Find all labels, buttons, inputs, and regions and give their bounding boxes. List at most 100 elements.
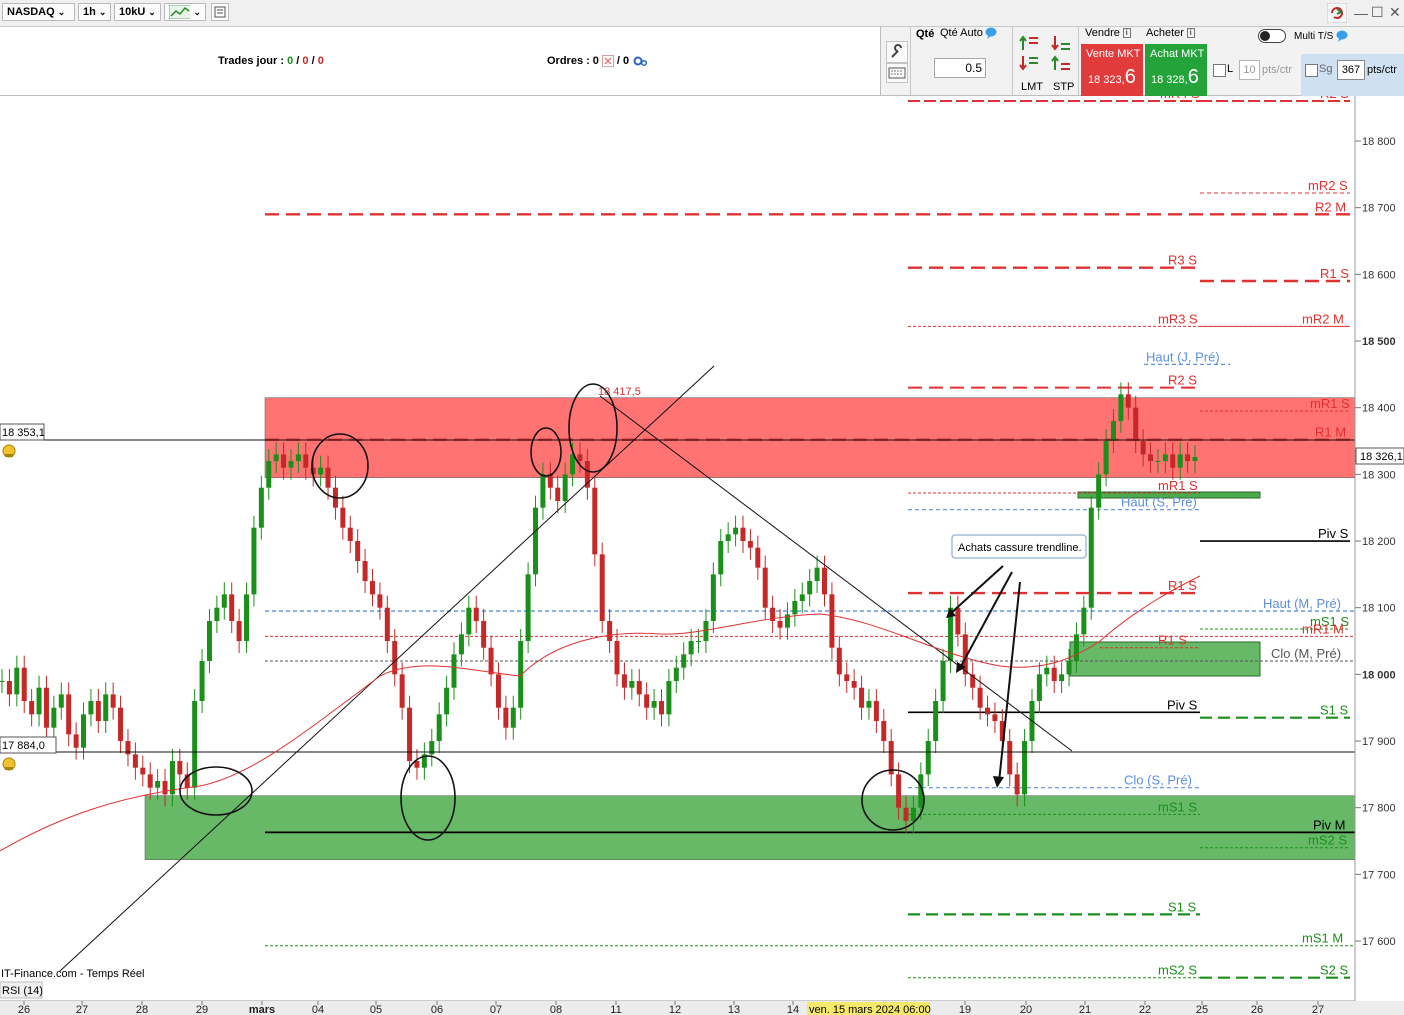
candle-body <box>95 701 101 722</box>
keyboard-icon[interactable] <box>886 63 908 83</box>
trades-label: Trades jour : <box>218 55 285 67</box>
symbol-label: NASDAQ <box>7 6 55 18</box>
restore-button[interactable]: ☐ <box>1371 4 1384 21</box>
orders-value-b: / 0 <box>616 55 630 67</box>
stop-order-icon[interactable] <box>1050 34 1072 52</box>
candle-body <box>1192 457 1198 462</box>
candle-body <box>696 641 702 643</box>
limit-sell-icon[interactable] <box>1018 54 1040 72</box>
candle-body <box>147 774 153 788</box>
divider <box>1078 27 1079 95</box>
resistance-zone[interactable] <box>264 397 1356 478</box>
symbol-selector[interactable]: NASDAQ ⌄ <box>2 3 75 21</box>
candle-body <box>58 694 64 708</box>
candle-body <box>140 767 146 775</box>
price-chart[interactable]: mR4 S R2 S mR2 S R2 M R3 S R1 S mR3 S mR2 M Haut… <box>0 96 1404 1015</box>
candle-body <box>266 461 272 488</box>
sg-points-input[interactable] <box>1337 60 1365 80</box>
y-tick-label: 18 400 <box>1362 403 1396 415</box>
stop-buy-icon[interactable] <box>1050 54 1072 72</box>
candle-body <box>347 527 353 542</box>
wrench-icon[interactable] <box>886 41 908 63</box>
candle-body <box>362 561 368 582</box>
refresh-icon[interactable] <box>1326 2 1348 24</box>
bell-icon[interactable] <box>2 444 16 458</box>
orders-summary: Ordres : 0 / 0 <box>547 55 648 67</box>
properties-icon <box>214 6 226 18</box>
candle-body <box>221 594 227 608</box>
limit-order-icon[interactable] <box>1018 34 1040 52</box>
level-label: mR2 M <box>1302 311 1344 326</box>
properties-button[interactable] <box>211 3 229 21</box>
candle-body <box>673 667 679 682</box>
l-points-input[interactable] <box>1239 60 1260 80</box>
chevron-down-icon: ⌄ <box>193 7 201 17</box>
candle-body <box>377 594 383 608</box>
candle-body <box>1148 454 1154 462</box>
candle-body <box>836 647 842 675</box>
candle-body <box>236 621 242 642</box>
x-tick-label: 22 <box>1139 1004 1151 1015</box>
level-label: R1 S <box>1158 633 1187 648</box>
info-strip: Trades jour : 0 / 0 / 0 Ordres : 0 / 0 <box>0 27 880 96</box>
qte-auto-toggle[interactable]: Qté Auto <box>940 27 997 39</box>
candle-body <box>273 454 279 462</box>
toggle-knob <box>1260 31 1270 41</box>
buy-price: 18 328,6 <box>1151 66 1199 88</box>
vendre-header: Vendre i <box>1085 27 1131 39</box>
minimize-button[interactable]: — <box>1354 5 1368 21</box>
candle-body <box>36 687 42 715</box>
candle-body <box>607 621 613 642</box>
trades-summary: Trades jour : 0 / 0 / 0 <box>218 55 324 67</box>
orders-label: Ordres : <box>547 55 590 67</box>
candle-body <box>340 507 346 528</box>
candle-body <box>288 461 294 468</box>
x-tick-label: 26 <box>18 1004 30 1015</box>
sell-market-button[interactable]: Vente MKT 18 323,6 <box>1081 44 1143 96</box>
candle-body <box>118 707 124 742</box>
candle-body <box>1014 774 1020 795</box>
level-label: mS1 S <box>1158 799 1197 814</box>
data-source: IT-Finance.com - Temps Réel <box>1 968 144 980</box>
candle-body <box>1185 454 1191 462</box>
candle-body <box>903 807 909 822</box>
trades-value-total: 0 <box>317 55 324 67</box>
x-tick-label: mars <box>249 1004 275 1015</box>
x-tick-label: 04 <box>312 1004 324 1015</box>
cancel-orders-icon[interactable] <box>601 55 614 67</box>
candle-body <box>562 474 568 502</box>
candle-body <box>1044 667 1050 675</box>
candle-body <box>21 667 27 702</box>
candle-body <box>1140 441 1146 455</box>
candle-body <box>621 674 627 688</box>
sg-checkbox[interactable] <box>1305 64 1318 77</box>
multi-ts-toggle[interactable] <box>1258 29 1286 43</box>
level-label: Piv M <box>1313 817 1346 832</box>
candle-body <box>73 734 79 748</box>
chart-type-selector[interactable]: ⌄ <box>164 3 206 21</box>
quantity-input[interactable] <box>934 58 986 78</box>
candle-body <box>177 761 183 775</box>
x-tick-label: 06 <box>431 1004 443 1015</box>
gear-icon[interactable] <box>632 55 648 67</box>
units-selector[interactable]: 10kU ⌄ <box>114 3 161 21</box>
sg-label: Sg <box>1319 63 1333 75</box>
candle-body <box>14 667 20 695</box>
x-axis-band <box>0 1001 1404 1015</box>
bell-icon[interactable] <box>2 757 16 771</box>
timeframe-selector[interactable]: 1h ⌄ <box>78 3 111 21</box>
acheter-label: Acheter <box>1146 27 1184 39</box>
candle-body <box>851 681 857 688</box>
candle-body <box>658 701 664 715</box>
close-button[interactable]: ✕ <box>1389 4 1401 21</box>
l-checkbox[interactable] <box>1213 64 1226 77</box>
candle-body <box>488 647 494 675</box>
sell-price: 18 323,6 <box>1088 66 1136 88</box>
candle-body <box>355 541 361 562</box>
candle-body <box>384 607 390 642</box>
y-tick-label: 17 900 <box>1362 736 1396 748</box>
candle-body <box>873 701 879 722</box>
qte-label: Qté <box>916 28 935 40</box>
trades-value-won: 0 <box>287 55 294 67</box>
buy-market-button[interactable]: Achat MKT 18 328,6 <box>1145 44 1207 96</box>
